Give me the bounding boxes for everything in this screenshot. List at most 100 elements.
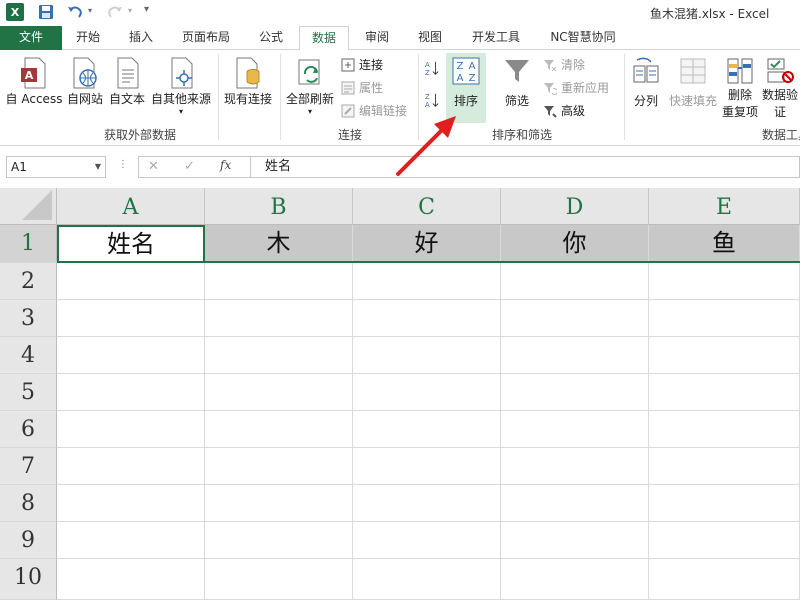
cancel-icon[interactable]: ✕ — [148, 159, 159, 174]
tab-view[interactable]: 视图 — [404, 26, 456, 50]
advanced-filter-button[interactable]: 高级 — [542, 102, 585, 119]
sort-ascending-button[interactable]: AZ — [424, 60, 443, 77]
insert-function-icon[interactable]: fx — [220, 158, 231, 172]
refresh-all-button[interactable]: 全部刷新 ▾ — [284, 56, 336, 116]
filter-button[interactable]: 筛选 — [500, 56, 534, 109]
column-header-a[interactable]: A — [57, 188, 205, 225]
from-other-sources-button[interactable]: 自其他来源 ▾ — [148, 56, 214, 116]
cell-d6[interactable] — [501, 411, 649, 448]
cell-b6[interactable] — [205, 411, 353, 448]
cell-a7[interactable] — [57, 448, 205, 485]
flash-fill-button[interactable]: 快速填充 — [666, 56, 720, 109]
tab-review[interactable]: 审阅 — [350, 26, 404, 50]
excel-app-icon[interactable]: X — [6, 3, 24, 21]
name-box[interactable]: A1 ▼ — [6, 156, 106, 178]
cell-c9[interactable] — [353, 522, 501, 559]
from-access-button[interactable]: A 自 Access — [4, 56, 64, 107]
cell-d4[interactable] — [501, 337, 649, 374]
cell-c1[interactable]: 好 — [353, 225, 501, 263]
cell-c4[interactable] — [353, 337, 501, 374]
row-header-6[interactable]: 6 — [0, 411, 57, 448]
tab-home[interactable]: 开始 — [62, 26, 114, 50]
row-header-5[interactable]: 5 — [0, 374, 57, 411]
cell-a3[interactable] — [57, 300, 205, 337]
cell-d2[interactable] — [501, 263, 649, 300]
cell-e1[interactable]: 鱼 — [649, 225, 800, 263]
clear-filter-button[interactable]: 清除 — [542, 56, 585, 73]
from-web-button[interactable]: 自网站 — [64, 56, 106, 107]
cell-d9[interactable] — [501, 522, 649, 559]
row-header-10[interactable]: 10 — [0, 559, 57, 600]
tab-file[interactable]: 文件 — [0, 26, 62, 50]
cell-b8[interactable] — [205, 485, 353, 522]
resize-handle-icon[interactable]: ⋮ — [118, 159, 128, 170]
remove-duplicates-button[interactable]: 删除 重复项 — [720, 56, 760, 120]
cell-c2[interactable] — [353, 263, 501, 300]
cell-d3[interactable] — [501, 300, 649, 337]
undo-icon[interactable] — [66, 3, 84, 21]
from-text-button[interactable]: 自文本 — [106, 56, 148, 107]
select-all-corner[interactable] — [0, 188, 57, 225]
tab-page-layout[interactable]: 页面布局 — [168, 26, 244, 50]
cell-b7[interactable] — [205, 448, 353, 485]
cell-e8[interactable] — [649, 485, 800, 522]
cell-b1[interactable]: 木 — [205, 225, 353, 263]
column-header-e[interactable]: E — [649, 188, 800, 225]
cell-c3[interactable] — [353, 300, 501, 337]
row-header-7[interactable]: 7 — [0, 448, 57, 485]
cell-e10[interactable] — [649, 559, 800, 600]
cell-b3[interactable] — [205, 300, 353, 337]
formula-input[interactable]: 姓名 — [250, 156, 800, 178]
row-header-8[interactable]: 8 — [0, 485, 57, 522]
cell-e6[interactable] — [649, 411, 800, 448]
redo-icon[interactable] — [106, 3, 124, 21]
undo-dropdown-icon[interactable]: ▾ — [88, 6, 92, 15]
cell-b10[interactable] — [205, 559, 353, 600]
cell-e9[interactable] — [649, 522, 800, 559]
cell-a1[interactable]: 姓名 — [57, 225, 205, 263]
cell-b4[interactable] — [205, 337, 353, 374]
cell-a8[interactable] — [57, 485, 205, 522]
cell-e3[interactable] — [649, 300, 800, 337]
tab-developer[interactable]: 开发工具 — [456, 26, 536, 50]
cell-b9[interactable] — [205, 522, 353, 559]
redo-dropdown-icon[interactable]: ▾ — [128, 6, 132, 15]
enter-icon[interactable]: ✓ — [184, 159, 195, 174]
cell-a5[interactable] — [57, 374, 205, 411]
cell-c6[interactable] — [353, 411, 501, 448]
tab-data[interactable]: 数据 — [299, 26, 349, 51]
cell-a10[interactable] — [57, 559, 205, 600]
cell-c7[interactable] — [353, 448, 501, 485]
row-header-1[interactable]: 1 — [0, 225, 57, 263]
row-header-9[interactable]: 9 — [0, 522, 57, 559]
existing-connections-button[interactable]: 现有连接 — [220, 56, 276, 107]
cell-c5[interactable] — [353, 374, 501, 411]
cell-c8[interactable] — [353, 485, 501, 522]
cell-c10[interactable] — [353, 559, 501, 600]
cell-a4[interactable] — [57, 337, 205, 374]
sort-descending-button[interactable]: ZA — [424, 92, 443, 109]
cell-e7[interactable] — [649, 448, 800, 485]
column-header-d[interactable]: D — [501, 188, 649, 225]
cell-a6[interactable] — [57, 411, 205, 448]
row-header-3[interactable]: 3 — [0, 300, 57, 337]
cell-d8[interactable] — [501, 485, 649, 522]
cell-d10[interactable] — [501, 559, 649, 600]
cell-a2[interactable] — [57, 263, 205, 300]
tab-insert[interactable]: 插入 — [114, 26, 168, 50]
connections-button[interactable]: 连接 — [340, 56, 383, 73]
customize-qat-icon[interactable]: ▾ — [144, 4, 149, 15]
tab-nc-collab[interactable]: NC智慧协同 — [536, 26, 630, 50]
data-validation-button[interactable]: 数据验 证 — [760, 56, 800, 120]
text-to-columns-button[interactable]: 分列 — [628, 56, 664, 109]
sort-button[interactable]: ZAAZ 排序 — [446, 56, 486, 109]
tab-formulas[interactable]: 公式 — [244, 26, 298, 50]
cell-b5[interactable] — [205, 374, 353, 411]
cell-e5[interactable] — [649, 374, 800, 411]
save-icon[interactable] — [38, 4, 54, 20]
cell-b2[interactable] — [205, 263, 353, 300]
reapply-button[interactable]: 重新应用 — [542, 79, 609, 96]
cell-d7[interactable] — [501, 448, 649, 485]
cell-e4[interactable] — [649, 337, 800, 374]
row-header-4[interactable]: 4 — [0, 337, 57, 374]
